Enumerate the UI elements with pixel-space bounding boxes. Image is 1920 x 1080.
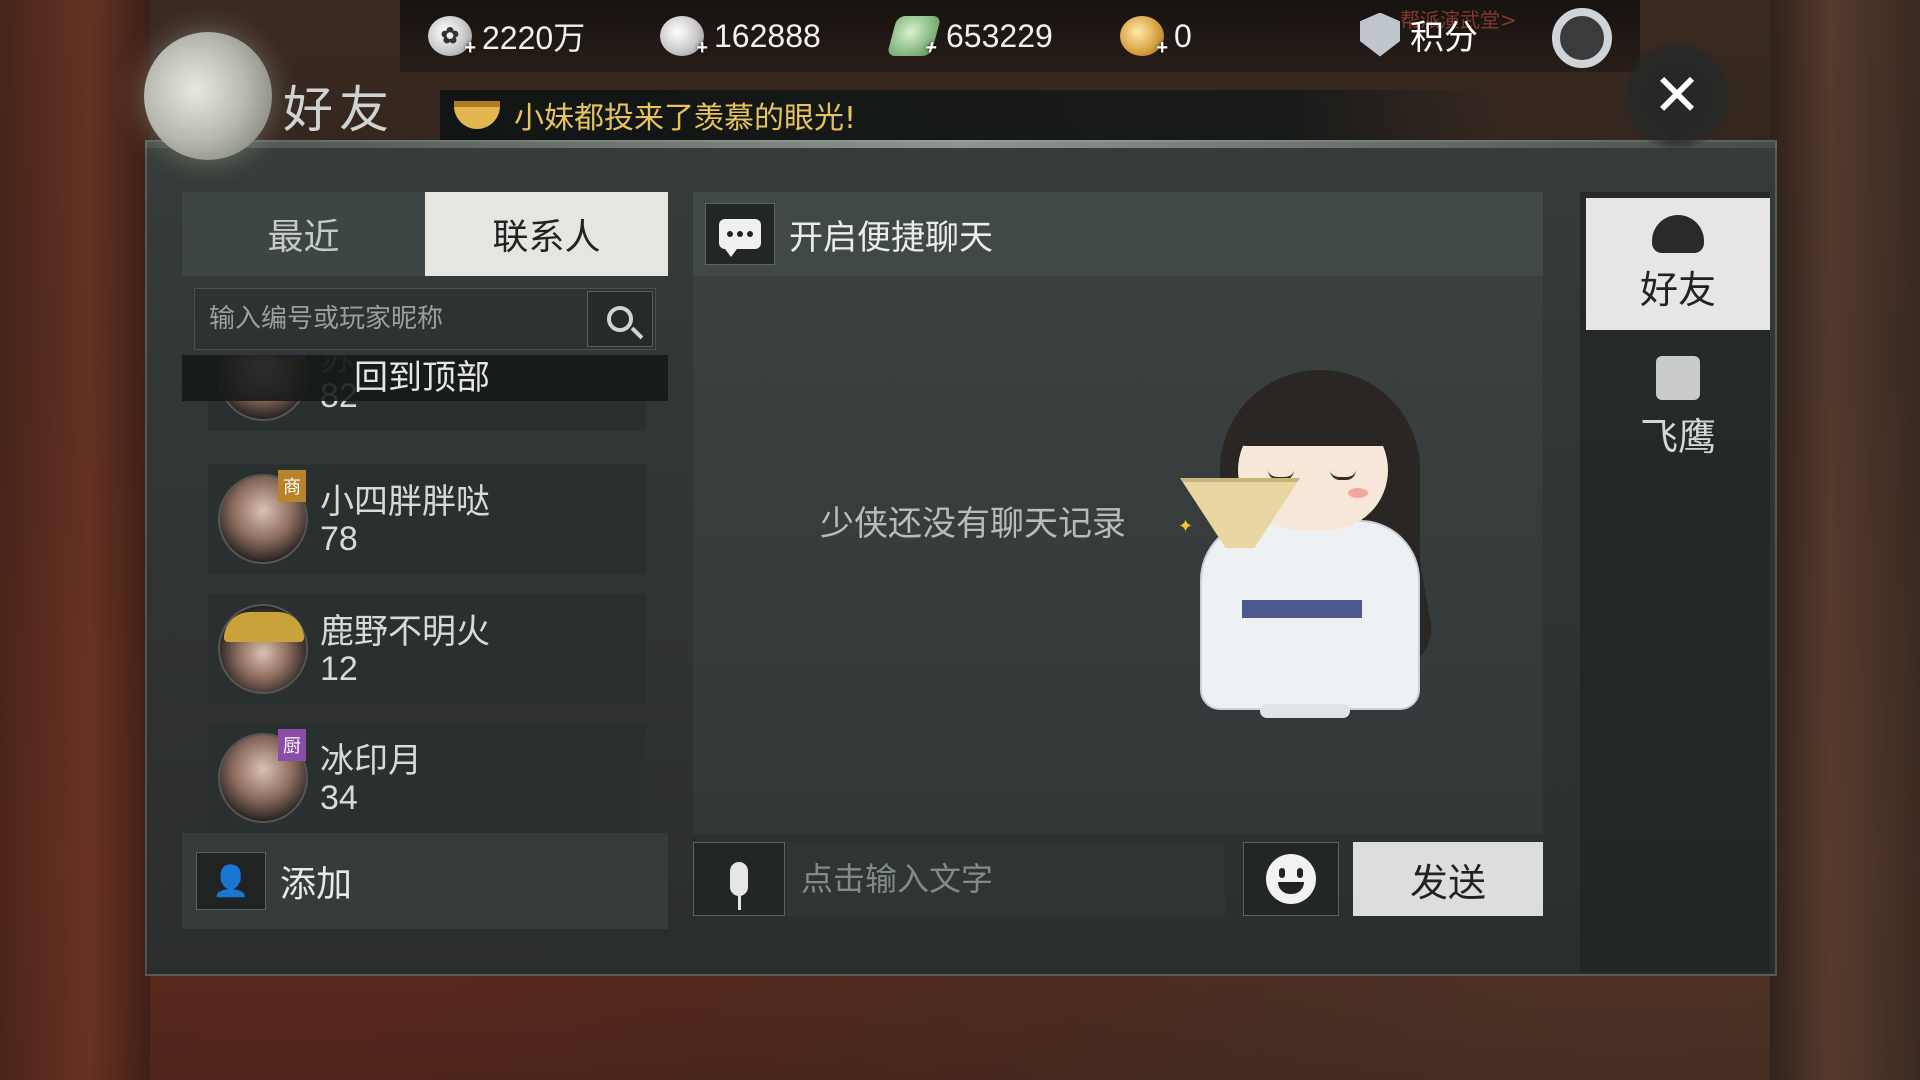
microphone-icon	[730, 862, 748, 910]
silver-currency[interactable]: + 162888	[660, 12, 821, 60]
chat-bubble-icon	[705, 203, 775, 265]
gold-ingot-icon: +	[1120, 16, 1168, 59]
contact-name: 小四胖胖哒	[320, 482, 490, 522]
player-search	[194, 288, 656, 350]
score-label: 积分	[1410, 18, 1478, 58]
silver-amount: 162888	[714, 17, 821, 54]
gear-icon[interactable]	[1552, 8, 1612, 68]
jade-currency[interactable]: + 653229	[886, 12, 1053, 60]
avatar	[218, 604, 308, 694]
background-pillar-left	[0, 0, 150, 1080]
contact-tabs: 最近 联系人	[182, 192, 668, 276]
close-button[interactable]: ✕	[1622, 40, 1732, 150]
chef-badge: 厨	[278, 729, 306, 761]
announcement-banner: 小妹都投来了羡慕的眼光!	[440, 90, 1500, 140]
chibi-character-illustration	[1180, 370, 1480, 730]
coin-currency[interactable]: ✿ + 2220万	[428, 12, 585, 60]
contact-row[interactable]: 鹿野不明火 12	[208, 594, 646, 704]
side-tab-friends[interactable]: 好友	[1586, 198, 1770, 330]
contact-name: 冰印月	[320, 741, 422, 781]
search-button[interactable]	[587, 291, 653, 347]
moon-emblem-icon	[144, 32, 272, 160]
search-icon	[607, 306, 633, 332]
search-input[interactable]	[195, 289, 585, 349]
side-tab-label: 好友	[1639, 267, 1716, 312]
shield-icon	[1360, 12, 1400, 57]
side-tab-label: 飞鹰	[1639, 414, 1716, 459]
smiley-icon	[1266, 854, 1316, 904]
add-friend-button[interactable]: 👤 添加	[182, 833, 668, 929]
gold-currency[interactable]: + 0	[1120, 12, 1192, 60]
quick-chat-toggle[interactable]: 开启便捷聊天	[693, 192, 1543, 276]
side-tab-eagle-mail[interactable]: 飞鹰	[1586, 342, 1770, 474]
add-user-icon: 👤	[196, 852, 266, 910]
tab-contacts[interactable]: 联系人	[425, 192, 668, 276]
quick-chat-label: 开启便捷聊天	[789, 217, 993, 258]
jade-amount: 653229	[946, 17, 1053, 54]
back-to-top-button[interactable]: 回到顶部	[182, 355, 668, 401]
gold-amount: 0	[1174, 17, 1192, 54]
empty-chat-message: 少侠还没有聊天记录	[820, 504, 1126, 544]
banner-text: 小妹都投来了羡慕的眼光!	[514, 101, 857, 136]
contact-row[interactable]: 厨 冰印月 34	[208, 723, 646, 833]
teapot-icon	[1652, 214, 1704, 253]
contact-level: 34	[320, 779, 358, 817]
contact-list[interactable]: 厨 苏 82 商 小四胖胖哒 78 鹿野不明火 12 厨 冰印月 34	[182, 355, 668, 833]
chat-text-input[interactable]	[787, 842, 1225, 916]
emoji-button[interactable]	[1243, 842, 1339, 916]
contact-level: 12	[320, 650, 358, 688]
background-pillar-right	[1770, 0, 1920, 1080]
jade-icon: +	[886, 16, 942, 59]
silver-ingot-icon: +	[660, 16, 708, 59]
add-friend-label: 添加	[280, 864, 353, 905]
score-button[interactable]: 积分	[1360, 10, 1478, 59]
contact-level: 78	[320, 520, 358, 558]
contact-name: 鹿野不明火	[320, 612, 490, 652]
send-button[interactable]: 发送	[1353, 842, 1543, 916]
gold-ingot-icon	[454, 101, 500, 129]
coin-icon: ✿ +	[428, 16, 476, 59]
tab-recent[interactable]: 最近	[182, 192, 425, 276]
scroll-icon	[1656, 355, 1700, 400]
window-title: 好友	[283, 81, 395, 139]
chat-input-bar: 发送	[693, 842, 1543, 916]
coin-amount: 2220万	[482, 20, 586, 56]
voice-button[interactable]	[693, 842, 785, 916]
contact-row[interactable]: 商 小四胖胖哒 78	[208, 464, 646, 574]
merchant-badge: 商	[278, 470, 306, 502]
